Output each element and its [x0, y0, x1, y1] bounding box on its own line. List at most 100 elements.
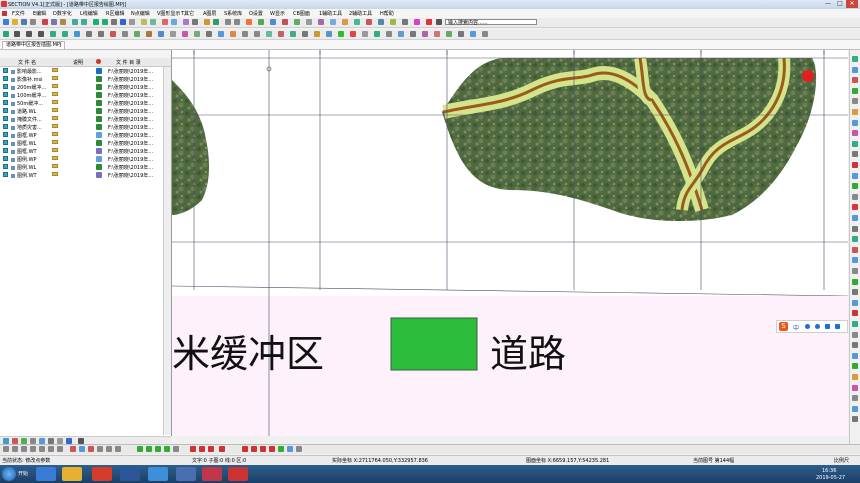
menu-edit[interactable]: E编辑 [33, 10, 46, 17]
delta-icon[interactable] [26, 31, 32, 37]
tool-q-icon[interactable] [414, 19, 420, 25]
layer-visible-checkbox[interactable] [3, 108, 8, 113]
right-tool-24-icon[interactable] [852, 299, 858, 306]
layer-visible-checkbox[interactable] [3, 68, 8, 73]
delete-tool-icon[interactable] [110, 31, 116, 37]
menu-area-edit[interactable]: R区编辑 [106, 10, 124, 17]
layer-row[interactable]: 图框.WL F:\张丽晓\2019年... [0, 140, 160, 148]
right-tool-10-icon[interactable] [852, 151, 858, 158]
menu-aux-tool-1[interactable]: 1辅助工具 [319, 10, 342, 17]
window-zoom-icon[interactable] [141, 19, 147, 25]
zoom-out-icon[interactable] [102, 19, 108, 25]
right-tool-15-icon[interactable] [852, 204, 858, 211]
layer-visible-checkbox[interactable] [3, 156, 8, 161]
measure-icon[interactable] [213, 19, 219, 25]
red-tool-icon[interactable] [162, 19, 168, 25]
clip-tool-icon[interactable] [182, 31, 188, 37]
status-tool-g-icon[interactable] [57, 446, 63, 452]
ime-emoji-icon[interactable] [815, 324, 820, 329]
table-icon[interactable] [183, 19, 189, 25]
menu-other[interactable]: T其它 [181, 10, 194, 17]
extra-tool-k-icon[interactable] [482, 31, 488, 37]
right-tool-14-icon[interactable] [852, 193, 858, 200]
snap-tool-icon[interactable] [134, 31, 140, 37]
layer-visible-checkbox[interactable] [3, 164, 8, 169]
layer-visible-checkbox[interactable] [3, 92, 8, 97]
right-tool-35-icon[interactable] [852, 416, 858, 423]
align-tool-icon[interactable] [266, 31, 272, 37]
attr-tool-icon[interactable] [218, 31, 224, 37]
extra-tool-b-icon[interactable] [374, 31, 380, 37]
tool-n-icon[interactable] [378, 19, 384, 25]
join-tool-icon[interactable] [170, 31, 176, 37]
right-tool-27-icon[interactable] [852, 331, 858, 338]
paste-icon[interactable] [60, 19, 66, 25]
header-path[interactable]: 文 件 目 录 [116, 59, 141, 66]
right-tool-17-icon[interactable] [852, 225, 858, 232]
right-tool-13-icon[interactable] [852, 183, 858, 190]
menu-show[interactable]: W显示 [270, 10, 285, 17]
tool-c-icon[interactable] [246, 19, 252, 25]
ime-punct-icon[interactable] [805, 324, 810, 329]
move-tool-icon[interactable] [98, 31, 104, 37]
layer-visible-checkbox[interactable] [3, 100, 8, 105]
arrow-down-icon[interactable] [146, 446, 152, 452]
layer-visible-checkbox[interactable] [3, 172, 8, 177]
status-tool-l-icon[interactable] [106, 446, 112, 452]
tool-k-icon[interactable] [342, 19, 348, 25]
menu-digitize[interactable]: D数字化 [53, 10, 72, 17]
rel-icon[interactable] [190, 446, 196, 452]
tool-g-icon[interactable] [294, 19, 300, 25]
menu-aux-tool-2[interactable]: 2辅助工具 [349, 10, 372, 17]
layer-tool-icon[interactable] [171, 19, 177, 25]
status-tool-c-icon[interactable] [21, 446, 27, 452]
layer-row[interactable]: 影像补.msi F:\张丽晓\2019年... [0, 76, 160, 84]
status-tool-h-icon[interactable] [70, 446, 76, 452]
split-tool-icon[interactable] [158, 31, 164, 37]
menu-layer[interactable]: A图层 [203, 10, 216, 17]
text-t-icon[interactable] [14, 31, 20, 37]
status-tool-i-icon[interactable] [79, 446, 85, 452]
right-tool-34-icon[interactable] [852, 405, 858, 412]
right-tool-8-icon[interactable] [852, 130, 858, 137]
right-tool-30-icon[interactable] [852, 363, 858, 370]
mode-f-icon[interactable] [287, 446, 293, 452]
tool-d-icon[interactable] [258, 19, 264, 25]
layer-visible-checkbox[interactable] [3, 140, 8, 145]
clock-date[interactable]: 2019-05-27 [816, 475, 845, 481]
layer-row[interactable]: 图例.WP F:\张丽晓\2019年... [0, 156, 160, 164]
status-tool-a-icon[interactable] [3, 446, 9, 452]
ungroup-tool-icon[interactable] [302, 31, 308, 37]
taskbar-browser-icon[interactable] [148, 467, 168, 481]
tool-a-icon[interactable] [225, 19, 231, 25]
right-tool-28-icon[interactable] [852, 342, 858, 349]
right-tool-4-icon[interactable] [852, 87, 858, 94]
taskbar-word-icon[interactable] [120, 467, 140, 481]
rotate-tool-icon[interactable] [242, 31, 248, 37]
right-tool-23-icon[interactable] [852, 289, 858, 296]
layer-row[interactable]: 200m缓冲... F:\张丽晓\2019年... [0, 84, 160, 92]
right-tool-7-icon[interactable] [852, 119, 858, 126]
tool-j-icon[interactable] [330, 19, 336, 25]
taskbar-media-icon[interactable] [228, 467, 248, 481]
status-tool-j-icon[interactable] [88, 446, 94, 452]
close-button[interactable]: ✕ [846, 0, 858, 8]
menu-display[interactable]: V图形显示 [157, 10, 180, 17]
tool-r-icon[interactable] [426, 19, 432, 25]
right-tool-6-icon[interactable] [852, 109, 858, 115]
mode-a-icon[interactable] [242, 446, 248, 452]
panel-scrollbar[interactable] [163, 67, 171, 435]
pattern-tool-icon[interactable] [326, 31, 332, 37]
mode-c-icon[interactable] [260, 446, 266, 452]
open-icon[interactable] [12, 19, 18, 25]
new-icon[interactable] [3, 19, 9, 25]
mode-b-icon[interactable] [251, 446, 257, 452]
tool-o-icon[interactable] [390, 19, 396, 25]
right-tool-21-icon[interactable] [852, 268, 858, 274]
ime-mode-label[interactable]: 中 [793, 323, 799, 332]
menu-line-edit[interactable]: L线编辑 [80, 10, 98, 17]
arrow-right-icon[interactable] [164, 446, 170, 452]
menu-settings[interactable]: O设置 [249, 10, 263, 17]
layer-row[interactable]: 50m缓冲... F:\张丽晓\2019年... [0, 100, 160, 108]
taskbar-explorer-icon[interactable] [36, 467, 56, 481]
